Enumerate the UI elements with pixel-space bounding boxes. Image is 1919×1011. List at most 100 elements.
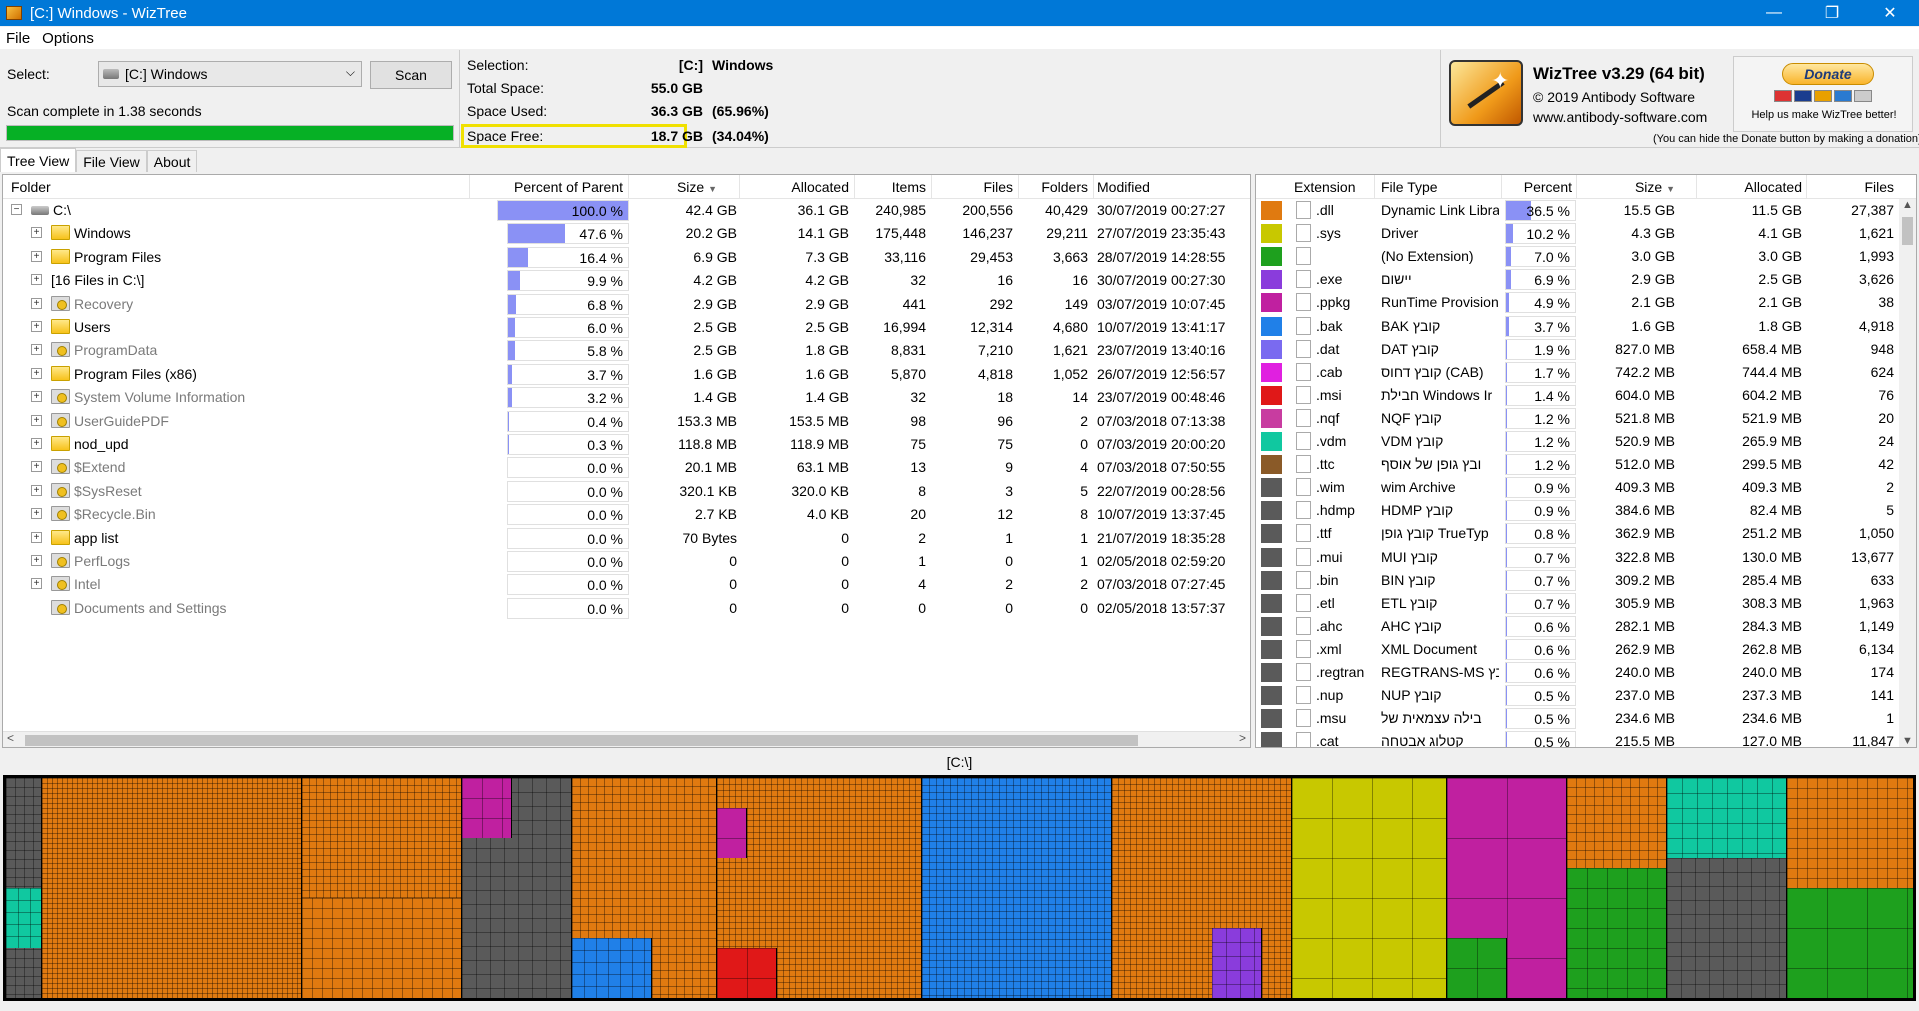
ext-row[interactable]: .ttc ובץ גופן של אוסף 1.2 % 512.0 MB 299.5 M… <box>1256 453 1916 476</box>
treemap[interactable] <box>3 775 1916 1001</box>
ext-row[interactable]: .hdmp HDMP קובץ 0.9 % 384.6 MB 82.4 MB 5 <box>1256 499 1916 522</box>
col-size[interactable]: Size ▼ <box>633 179 717 195</box>
expand-icon[interactable]: + <box>31 484 42 496</box>
donate-button[interactable]: Donate <box>1782 63 1874 85</box>
ext-row[interactable]: .wim wim Archive 0.9 % 409.3 MB 409.3 MB 2 <box>1256 476 1916 499</box>
treemap-block[interactable] <box>1447 938 1507 998</box>
collapse-icon[interactable]: − <box>11 204 22 215</box>
expand-icon[interactable]: + <box>31 531 42 543</box>
menu-file[interactable]: File <box>6 30 30 47</box>
ext-row[interactable]: .cat קטלוג אבטחה 0.5 % 215.5 MB 127.0 MB 11,8… <box>1256 730 1916 747</box>
col-folders[interactable]: Folders <box>1022 179 1088 195</box>
ext-vertical-scrollbar[interactable]: ▲ ▼ <box>1899 199 1916 747</box>
col-percent[interactable]: Percent <box>1506 179 1572 195</box>
treemap-block[interactable] <box>462 778 512 838</box>
treemap-block[interactable] <box>572 938 652 998</box>
col-files[interactable]: Files <box>935 179 1013 195</box>
ext-row[interactable]: .dat DAT קובץ 1.9 % 827.0 MB 658.4 MB 948 <box>1256 338 1916 361</box>
ext-row[interactable]: .dll Dynamic Link Libra 36.5 % 15.5 GB 11.5 … <box>1256 199 1916 222</box>
treemap-block[interactable] <box>1787 888 1913 998</box>
scroll-right-icon[interactable]: > <box>1239 731 1246 745</box>
tree-row[interactable]: + nod_upd 0.3 % 118.8 MB 118.9 MB 75 75 0 07/03/… <box>3 433 1250 456</box>
expand-icon[interactable]: + <box>31 297 42 309</box>
tree-row[interactable]: + $Extend 0.0 % 20.1 MB 63.1 MB 13 9 4 07/03/201… <box>3 456 1250 479</box>
tab-file-view[interactable]: File View <box>76 150 147 172</box>
ext-row[interactable]: .msi חבילת Windows Ir 1.4 % 604.0 MB 604.2 M… <box>1256 384 1916 407</box>
tree-row[interactable]: + [16 Files in C:\] 9.9 % 4.2 GB 4.2 GB 32 16 1… <box>3 269 1250 292</box>
col-ext-size[interactable]: Size ▼ <box>1581 179 1675 195</box>
col-items[interactable]: Items <box>858 179 926 195</box>
ext-row[interactable]: .nup NUP קובץ 0.5 % 237.0 MB 237.3 MB 141 <box>1256 684 1916 707</box>
ext-row[interactable]: .ppkg RunTime Provision 4.9 % 2.1 GB 2.1 GB 3… <box>1256 291 1916 314</box>
expand-icon[interactable]: + <box>31 555 42 566</box>
minimize-button[interactable]: — <box>1745 0 1803 26</box>
treemap-block[interactable] <box>1667 858 1787 998</box>
expand-icon[interactable]: + <box>31 508 42 520</box>
tree-row[interactable]: + app list 0.0 % 70 Bytes 0 2 1 1 21/07/2019 18:… <box>3 527 1250 550</box>
ext-row[interactable]: .regtran REGTRANS-MS קובץ 0.6 % 240.0 MB 240… <box>1256 661 1916 684</box>
treemap-block[interactable] <box>302 898 462 998</box>
treemap-block[interactable] <box>1292 778 1447 998</box>
col-extension[interactable]: Extension <box>1294 179 1355 195</box>
ext-row[interactable]: .cab קובץ דחוס (CAB) 1.7 % 742.2 MB 744.4 MB… <box>1256 361 1916 384</box>
expand-icon[interactable]: + <box>31 438 42 449</box>
ext-row[interactable]: .vdm VDM קובץ 1.2 % 520.9 MB 265.9 MB 24 <box>1256 430 1916 453</box>
tree-row[interactable]: + Windows 47.6 % 20.2 GB 14.1 GB 175,448 146,2… <box>3 222 1250 245</box>
ext-row[interactable]: .ttf קובץ גופן TrueTyp 0.8 % 362.9 MB 251.2 … <box>1256 522 1916 545</box>
tree-row[interactable]: + PerfLogs 0.0 % 0 0 1 0 1 02/05/2018 02:59:20 <box>3 550 1250 573</box>
ext-row[interactable]: .bak BAK קובץ 3.7 % 1.6 GB 1.8 GB 4,918 <box>1256 315 1916 338</box>
tree-row[interactable]: +Documents and Settings0.0 %0000002/05/2… <box>3 597 1250 620</box>
brand-url[interactable]: www.antibody-software.com <box>1533 109 1707 125</box>
treemap-block[interactable] <box>6 888 42 948</box>
expand-icon[interactable]: + <box>31 391 42 403</box>
tree-row[interactable]: + $Recycle.Bin 0.0 % 2.7 KB 4.0 KB 20 12 8 10/07… <box>3 503 1250 526</box>
ext-row[interactable]: .msu בילה עצמאית של 0.5 % 234.6 MB 234.6 MB 1 <box>1256 707 1916 730</box>
treemap-block[interactable] <box>1787 778 1913 888</box>
maximize-button[interactable]: ❐ <box>1803 0 1861 26</box>
menu-options[interactable]: Options <box>42 30 94 47</box>
scroll-thumb[interactable] <box>1902 217 1913 245</box>
treemap-block[interactable] <box>922 778 1112 998</box>
ext-row[interactable]: (No Extension) 7.0 % 3.0 GB 3.0 GB 1,993 <box>1256 245 1916 268</box>
expand-icon[interactable]: + <box>31 367 42 379</box>
tree-row[interactable]: + UserGuidePDF 0.4 % 153.3 MB 153.5 MB 98 96 2 0… <box>3 410 1250 433</box>
tab-about[interactable]: About <box>146 150 198 172</box>
ext-row[interactable]: .exe יישום 6.9 % 2.9 GB 2.5 GB 3,626 <box>1256 268 1916 291</box>
expand-icon[interactable]: + <box>31 414 42 426</box>
col-percent-of-parent[interactable]: Percent of Parent <box>473 179 623 195</box>
col-folder[interactable]: Folder <box>11 179 51 195</box>
tree-horizontal-scrollbar[interactable]: < > <box>3 731 1250 747</box>
expand-icon[interactable]: + <box>31 321 42 332</box>
col-ext-files[interactable]: Files <box>1811 179 1894 195</box>
expand-icon[interactable]: + <box>31 578 42 590</box>
ext-row[interactable]: .xml XML Document 0.6 % 262.9 MB 262.8 MB 6,1… <box>1256 638 1916 661</box>
treemap-block[interactable] <box>1567 778 1667 868</box>
col-ext-allocated[interactable]: Allocated <box>1701 179 1802 195</box>
treemap-block[interactable] <box>42 778 302 998</box>
ext-row[interactable]: .etl ETL קובץ 0.7 % 305.9 MB 308.3 MB 1,963 <box>1256 592 1916 615</box>
close-button[interactable]: ✕ <box>1861 0 1919 26</box>
treemap-block[interactable] <box>1667 778 1787 858</box>
ext-row[interactable]: .ahc AHC קובץ 0.6 % 282.1 MB 284.3 MB 1,149 <box>1256 615 1916 638</box>
tree-row[interactable]: + Users 6.0 % 2.5 GB 2.5 GB 16,994 12,314 4,680… <box>3 316 1250 339</box>
treemap-block[interactable] <box>717 948 777 998</box>
tree-row[interactable]: + System Volume Information 3.2 % 1.4 GB 1.4… <box>3 386 1250 409</box>
tree-row[interactable]: + Program Files 16.4 % 6.9 GB 7.3 GB 33,116 29… <box>3 246 1250 269</box>
scroll-down-icon[interactable]: ▼ <box>1902 735 1913 747</box>
ext-row[interactable]: .bin BIN קובץ 0.7 % 309.2 MB 285.4 MB 633 <box>1256 569 1916 592</box>
tree-row[interactable]: + Recovery 6.8 % 2.9 GB 2.9 GB 441 292 149 03/07… <box>3 293 1250 316</box>
scroll-left-icon[interactable]: < <box>7 731 14 745</box>
treemap-block[interactable] <box>1212 928 1262 998</box>
tree-row[interactable]: + Program Files (x86) 3.7 % 1.6 GB 1.6 GB 5,8… <box>3 363 1250 386</box>
treemap-block[interactable] <box>1567 868 1667 998</box>
expand-icon[interactable]: + <box>31 461 42 473</box>
ext-row[interactable]: .nqf NQF קובץ 1.2 % 521.8 MB 521.9 MB 20 <box>1256 407 1916 430</box>
scan-button[interactable]: Scan <box>370 61 452 89</box>
scroll-up-icon[interactable]: ▲ <box>1902 199 1913 211</box>
expand-icon[interactable]: + <box>31 344 42 356</box>
tree-row[interactable]: + Intel 0.0 % 0 0 4 2 2 07/03/2018 07:27:45 <box>3 573 1250 596</box>
expand-icon[interactable]: + <box>31 250 42 262</box>
treemap-block[interactable] <box>717 808 747 858</box>
tree-row[interactable]: + $SysReset 0.0 % 320.1 KB 320.0 KB 8 3 5 22/07/… <box>3 480 1250 503</box>
treemap-block[interactable] <box>1112 778 1292 998</box>
